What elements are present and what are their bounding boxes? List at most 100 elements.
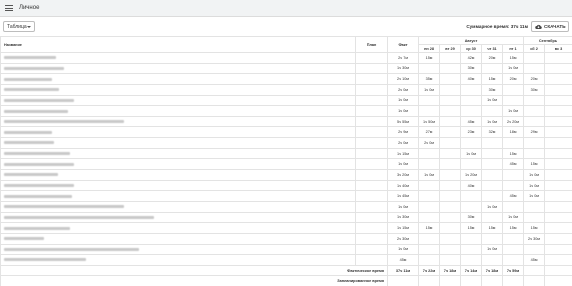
table-row[interactable]: 1ч 0м 1ч 0м <box>0 243 572 256</box>
fact-cell: 45м <box>387 254 419 266</box>
column-header-plan[interactable]: План <box>355 36 388 53</box>
day-cell <box>544 105 572 117</box>
task-name-cell[interactable] <box>0 232 356 245</box>
table-row[interactable]: 1ч 0м 45м 15м <box>0 158 572 171</box>
task-name-cell[interactable] <box>0 200 356 213</box>
table-row[interactable]: 1ч 15м 1ч 0м 15м <box>0 147 572 160</box>
day-cell: 1ч 0м <box>481 115 503 128</box>
table-row[interactable]: 2ч 30м 2ч 30м <box>0 232 572 245</box>
task-name-cell[interactable] <box>0 105 356 117</box>
day-cell: 30м <box>523 83 546 96</box>
day-total-cell: 7ч 22м <box>418 264 440 277</box>
task-name-cell[interactable] <box>0 62 356 75</box>
task-name-cell[interactable] <box>0 83 356 96</box>
plan-cell <box>355 190 388 202</box>
planned-row: Запланированное время <box>0 275 572 286</box>
plan-cell <box>355 222 388 234</box>
fact-cell: 1ч 15м <box>387 147 419 160</box>
table-row[interactable]: 1ч 0м 1ч 0м <box>0 105 572 117</box>
day-cell: 1ч 0м <box>481 200 503 213</box>
column-header-fact[interactable]: Факт <box>387 36 419 53</box>
column-header-name[interactable]: Название <box>0 36 356 53</box>
task-name-cell[interactable] <box>0 158 356 171</box>
fact-cell: 2ч 0м <box>387 137 419 149</box>
view-select[interactable]: Таблица <box>3 21 35 32</box>
table-row[interactable]: 2ч 7м 15м 42м 20м 15м <box>0 52 572 64</box>
day-cell: 45м <box>501 190 525 202</box>
table-row[interactable]: 3ч 20м 1ч 0м 1ч 20м 1ч 0м <box>0 169 572 181</box>
day-header: ср 30 <box>460 44 482 53</box>
day-cell: 27м <box>418 126 440 139</box>
plan-cell <box>355 126 388 139</box>
day-cell <box>523 52 546 64</box>
view-select-value: Таблица <box>7 23 27 30</box>
day-cell <box>544 232 572 245</box>
totals-row: Фактическое время 37ч 11м 7ч 22м 7ч 18м 7ч 1… <box>0 264 572 277</box>
day-cell <box>544 211 572 224</box>
day-header: вт 29 <box>439 44 461 53</box>
table-row[interactable]: 5ч 55м 1ч 50м 45м 1ч 0м 2ч 20м <box>0 115 572 128</box>
task-name-cell[interactable] <box>0 169 356 181</box>
day-cell: 20м <box>523 73 546 85</box>
task-name-cell[interactable] <box>0 126 356 139</box>
menu-icon[interactable] <box>5 5 13 11</box>
day-cell <box>544 222 572 234</box>
table-row[interactable]: 1ч 30м 30м 1ч 0м <box>0 211 572 224</box>
day-cell: 45м <box>501 158 525 171</box>
day-cell <box>439 62 461 75</box>
day-cell: 15м <box>501 222 525 234</box>
day-cell <box>439 232 461 245</box>
day-cell <box>544 200 572 213</box>
day-cell <box>481 62 503 75</box>
task-name-cell[interactable] <box>0 137 356 149</box>
planned-cell <box>501 275 525 286</box>
blurred-task-name <box>4 66 64 70</box>
day-cell <box>544 94 572 107</box>
task-name-cell[interactable] <box>0 222 356 234</box>
task-name-cell[interactable] <box>0 147 356 160</box>
day-cell <box>460 243 482 256</box>
table-row[interactable]: 1ч 30м 30м 1ч 0м <box>0 62 572 75</box>
table-row[interactable]: 1ч 0м 1ч 0м <box>0 200 572 213</box>
day-cell <box>418 211 440 224</box>
blurred-task-name <box>4 98 74 102</box>
fact-cell: 3ч 20м <box>387 169 419 181</box>
task-name-cell[interactable] <box>0 190 356 202</box>
task-name-cell[interactable] <box>0 94 356 107</box>
task-name-cell[interactable] <box>0 243 356 256</box>
table-row[interactable]: 1ч 45м 45м 1ч 0м <box>0 190 572 202</box>
task-name-cell[interactable] <box>0 52 356 64</box>
day-cell: 15м <box>501 147 525 160</box>
task-name-cell[interactable] <box>0 211 356 224</box>
planned-cell <box>523 275 546 286</box>
task-name-cell[interactable] <box>0 115 356 128</box>
table-row[interactable]: 2ч 0м 1ч 0м 30м 30м <box>0 83 572 96</box>
day-cell <box>460 137 482 149</box>
fact-cell: 1ч 0м <box>387 243 419 256</box>
cloud-download-icon <box>535 24 542 29</box>
fact-total-value: 37ч 11м <box>387 264 419 277</box>
download-button[interactable]: СКАЧАТЬ <box>531 21 569 32</box>
plan-cell <box>355 83 388 96</box>
day-cell <box>481 254 503 266</box>
task-name-cell[interactable] <box>0 73 356 85</box>
table-row[interactable]: 1ч 0м 1ч 0м <box>0 94 572 107</box>
table-row[interactable]: 45м 45м <box>0 254 572 266</box>
task-name-cell[interactable] <box>0 254 356 266</box>
day-cell: 18м <box>501 126 525 139</box>
table-row[interactable]: 2ч 9м 27м 23м 32м 18м 29м <box>0 126 572 139</box>
day-cell <box>523 137 546 149</box>
table-row[interactable]: 2ч 10м 35м 40м 15м 20м 20м <box>0 73 572 85</box>
day-cell: 20м <box>481 52 503 64</box>
day-cell <box>439 115 461 128</box>
day-total-cell: 7ч 59м <box>501 264 525 277</box>
day-total-cell: 7ч 14м <box>460 264 482 277</box>
day-cell <box>481 232 503 245</box>
table-row[interactable]: 2ч 0м 2ч 0м <box>0 137 572 149</box>
plan-cell <box>355 147 388 160</box>
table-row[interactable]: 1ч 15м 15м 15м 15м 15м 15м <box>0 222 572 234</box>
day-cell <box>481 211 503 224</box>
plan-cell <box>355 254 388 266</box>
task-name-cell[interactable] <box>0 179 356 192</box>
table-row[interactable]: 1ч 40м 40м 1ч 0м <box>0 179 572 192</box>
